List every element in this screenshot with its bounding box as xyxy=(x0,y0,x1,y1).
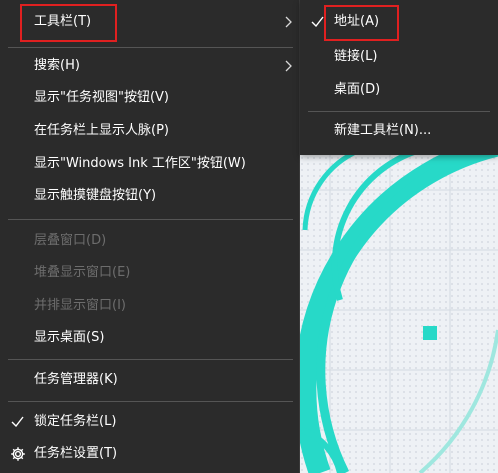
menu-item-label: 搜索(H) xyxy=(34,58,80,73)
menu-item-label: 在任务栏上显示人脉(P) xyxy=(34,123,169,138)
checkmark-icon xyxy=(311,6,325,38)
menu-item-label: 任务管理器(K) xyxy=(34,372,118,387)
menu-item-label: 显示触摸键盘按钮(Y) xyxy=(34,188,157,203)
menu-item-show-desktop[interactable]: 显示桌面(S) xyxy=(0,322,300,354)
menu-item-label: 层叠窗口(D) xyxy=(34,233,107,248)
menu-item-task-manager[interactable]: 任务管理器(K) xyxy=(0,364,300,396)
menu-item-taskbar-settings[interactable]: 任务栏设置(T) xyxy=(0,438,300,470)
menu-item-label: 显示"Windows Ink 工作区"按钮(W) xyxy=(34,156,246,171)
submenu-item-label: 新建工具栏(N)... xyxy=(334,123,432,138)
submenu-item-links[interactable]: 链接(L) xyxy=(300,41,498,73)
submenu-item-label: 桌面(D) xyxy=(334,82,381,97)
submenu-item-desktop[interactable]: 桌面(D) xyxy=(300,74,498,106)
highlight-box xyxy=(324,5,399,41)
submenu-item-label: 链接(L) xyxy=(334,49,378,64)
menu-item-label: 显示桌面(S) xyxy=(34,330,105,345)
menu-item-label: 并排显示窗口(I) xyxy=(34,298,126,313)
checkmark-icon xyxy=(11,406,25,438)
taskbar-context-menu: 工具栏(T) 搜索(H) 显示"任务视图"按钮(V) 在任务栏上显示人脉(P) … xyxy=(0,0,300,473)
menu-item-label: 堆叠显示窗口(E) xyxy=(34,265,131,280)
menu-item-search[interactable]: 搜索(H) xyxy=(0,50,300,82)
menu-divider xyxy=(8,47,293,48)
menu-divider xyxy=(8,219,293,220)
menu-item-label: 任务栏设置(T) xyxy=(34,446,118,461)
menu-item-task-view-button[interactable]: 显示"任务视图"按钮(V) xyxy=(0,82,300,114)
menu-item-cascade-windows: 层叠窗口(D) xyxy=(0,225,300,257)
submenu-item-new-toolbar[interactable]: 新建工具栏(N)... xyxy=(300,115,498,147)
highlight-box xyxy=(20,4,117,42)
menu-item-label: 锁定任务栏(L) xyxy=(34,414,117,429)
menu-item-show-people[interactable]: 在任务栏上显示人脉(P) xyxy=(0,115,300,147)
menu-divider xyxy=(308,111,490,112)
menu-item-stack-windows: 堆叠显示窗口(E) xyxy=(0,257,300,289)
menu-item-side-by-side-windows: 并排显示窗口(I) xyxy=(0,290,300,322)
menu-item-lock-taskbar[interactable]: 锁定任务栏(L) xyxy=(0,406,300,438)
menu-divider xyxy=(8,401,293,402)
menu-item-touch-keyboard-button[interactable]: 显示触摸键盘按钮(Y) xyxy=(0,180,300,212)
gear-icon xyxy=(10,438,26,470)
toolbars-submenu: 地址(A) 链接(L) 桌面(D) 新建工具栏(N)... xyxy=(300,0,498,155)
menu-item-windows-ink-button[interactable]: 显示"Windows Ink 工作区"按钮(W) xyxy=(0,148,300,180)
menu-item-label: 显示"任务视图"按钮(V) xyxy=(34,90,169,105)
menu-divider xyxy=(8,359,293,360)
